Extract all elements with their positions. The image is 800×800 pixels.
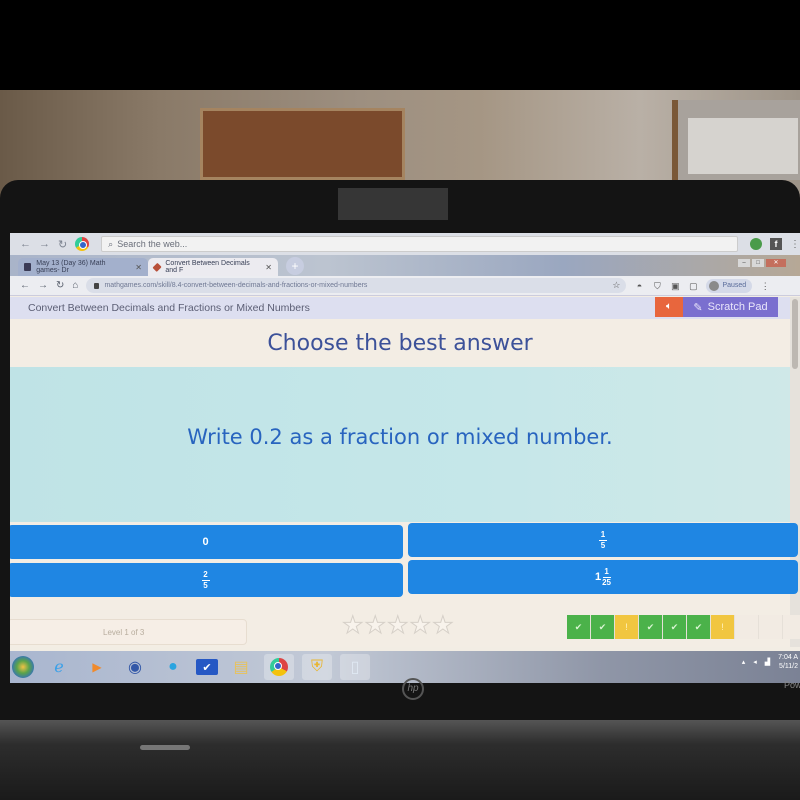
internet-explorer-icon[interactable]: ℯ [44, 654, 74, 680]
progress-tile-empty [735, 615, 759, 639]
browser-top-bar: ← → ↻ ⌕ Search the web... f ⋮ [10, 233, 800, 255]
file-explorer-icon[interactable]: ▤ [226, 654, 256, 680]
gamepad-icon[interactable]: ◓ [634, 281, 644, 291]
answer-option-2-5[interactable]: 2 5 [10, 563, 403, 597]
back-icon[interactable]: ← [20, 238, 31, 250]
progress-tile-correct: ✔ [663, 615, 687, 639]
forward-icon[interactable]: → [38, 280, 48, 291]
clock[interactable]: 7:04 A 5/11/2 [778, 653, 800, 671]
laptop-hinge [140, 745, 190, 750]
menu-icon[interactable]: ⋮ [760, 281, 770, 291]
system-tray: ▴ ◂ ▟ 7:04 A 5/11/2 [742, 653, 800, 671]
power-label: Pow [784, 680, 800, 690]
reload-icon[interactable]: ↻ [56, 280, 64, 291]
star-icon: ★ [342, 612, 364, 639]
scratch-pad-button[interactable]: ✎ Scratch Pad [683, 297, 778, 317]
reload-icon[interactable]: ↻ [58, 238, 67, 251]
progress-tile-empty [783, 615, 800, 639]
tab-strip: May 13 (Day 36) Math games- Dr ✕ Convert… [10, 255, 800, 276]
tab-favicon [24, 263, 32, 271]
close-tab-icon[interactable]: ✕ [135, 263, 142, 272]
url-bar[interactable]: mathgames.com/skill/8.4-convert-between-… [86, 278, 627, 293]
close-tab-icon[interactable]: ✕ [265, 263, 272, 272]
search-icon: ⌕ [108, 238, 114, 249]
itunes-icon[interactable]: ◉ [120, 654, 150, 680]
audio-button[interactable]: 🔈︎ [655, 297, 683, 317]
star-icon: ★ [409, 612, 432, 639]
forward-icon[interactable]: → [39, 238, 50, 250]
question-text: Write 0.2 as a fraction or mixed number. [187, 425, 613, 449]
progress-tile-incorrect: ! [615, 615, 639, 639]
menu-icon[interactable]: ⋮ [790, 239, 800, 250]
wall-picture [672, 100, 800, 180]
fraction: 1 5 [599, 529, 607, 550]
new-tab-button[interactable]: + [286, 257, 304, 275]
tab-favicon [152, 262, 162, 272]
windows-taskbar: ℯ ▶ ◉ ● ✔ ▤ ⛨ ▯ ▴ ◂ ▟ 7:04 A 5/11/2 [10, 651, 800, 683]
windows-update-icon[interactable]: ⛨ [302, 654, 332, 680]
scrollbar-thumb[interactable] [792, 299, 798, 369]
checkmark-app-icon[interactable]: ✔ [196, 659, 218, 675]
answer-options: 0 1 5 2 5 1 1 25 [10, 523, 800, 603]
chrome-logo-icon[interactable] [75, 237, 90, 251]
photo-scene: ← → ↻ ⌕ Search the web... f ⋮ May 13 (Da… [0, 0, 800, 800]
fraction: 1 25 [602, 566, 612, 587]
hp-logo: hp [402, 678, 424, 700]
network-icon[interactable]: ▟ [765, 658, 770, 666]
tab-convert-decimals[interactable]: Convert Between Decimals and F ✕ [148, 258, 278, 276]
fraction: 2 5 [201, 569, 210, 590]
tab-math-games[interactable]: May 13 (Day 36) Math games- Dr ✕ [18, 258, 148, 276]
star-rating: ★ ★ ★ ★ ★ [342, 612, 455, 639]
screenshot-icon[interactable]: ▢ [688, 281, 698, 291]
prompt-heading: Choose the best answer [267, 331, 533, 356]
minimize-button[interactable]: – [738, 259, 750, 267]
skill-title: Convert Between Decimals and Fractions o… [28, 302, 310, 314]
chrome-icon[interactable] [264, 654, 294, 680]
corkboard [200, 108, 405, 180]
cortana-app-icon[interactable]: ● [158, 654, 188, 680]
progress-footer: Level 1 of 3 ★ ★ ★ ★ ★ ✔ ✔! ✔ ✔ ✔! [10, 608, 800, 645]
page-content: Convert Between Decimals and Fractions o… [10, 297, 800, 647]
extension-square-icon[interactable]: ▣ [670, 281, 680, 291]
webcam-cover-tape [338, 188, 448, 220]
star-icon: ★ [364, 612, 387, 639]
answer-history-tiles: ✔ ✔! ✔ ✔ ✔! [567, 615, 800, 639]
facebook-icon[interactable]: f [770, 238, 782, 250]
maximize-button[interactable]: □ [752, 259, 764, 267]
start-button[interactable] [12, 656, 34, 678]
home-icon[interactable]: ⌂ [72, 280, 78, 291]
answer-option-1-1-25[interactable]: 1 1 25 [408, 560, 798, 594]
profile-button[interactable]: Paused [706, 278, 753, 293]
progress-tile-correct: ✔ [591, 615, 615, 639]
laptop-screen: ← → ↻ ⌕ Search the web... f ⋮ May 13 (Da… [10, 233, 800, 683]
star-icon: ★ [432, 612, 454, 639]
extension-icon[interactable] [750, 238, 763, 250]
progress-tile-correct: ✔ [687, 615, 711, 639]
answer-option-1-5[interactable]: 1 5 [408, 523, 798, 557]
laptop-base [0, 720, 800, 800]
level-indicator: Level 1 of 3 [10, 619, 247, 645]
star-icon: ★ [387, 612, 409, 639]
address-toolbar: ← → ↻ ⌂ mathgames.com/skill/8.4-convert-… [10, 276, 800, 296]
notepad-icon[interactable]: ▯ [340, 654, 370, 680]
shield-icon[interactable]: ⛉ [652, 281, 662, 291]
progress-tile-empty [759, 615, 783, 639]
back-icon[interactable]: ← [20, 280, 30, 291]
answer-option-0[interactable]: 0 [10, 525, 403, 559]
progress-tile-correct: ✔ [567, 615, 591, 639]
progress-tile-incorrect: ! [711, 615, 735, 639]
search-web-input[interactable]: ⌕ Search the web... [101, 236, 739, 252]
lock-icon [94, 282, 100, 289]
media-player-icon[interactable]: ▶ [82, 654, 112, 680]
tray-arrow-icon[interactable]: ▴ [742, 658, 746, 666]
speaker-icon: 🔈︎ [666, 301, 672, 312]
volume-icon[interactable]: ◂ [753, 658, 757, 666]
window-controls: – □ ✕ [738, 259, 786, 267]
edit-icon: ✎ [693, 301, 703, 314]
bookmark-star-icon[interactable]: ☆ [612, 280, 620, 291]
progress-tile-correct: ✔ [639, 615, 663, 639]
close-window-button[interactable]: ✕ [766, 259, 786, 267]
question-panel: Write 0.2 as a fraction or mixed number. [10, 367, 790, 522]
